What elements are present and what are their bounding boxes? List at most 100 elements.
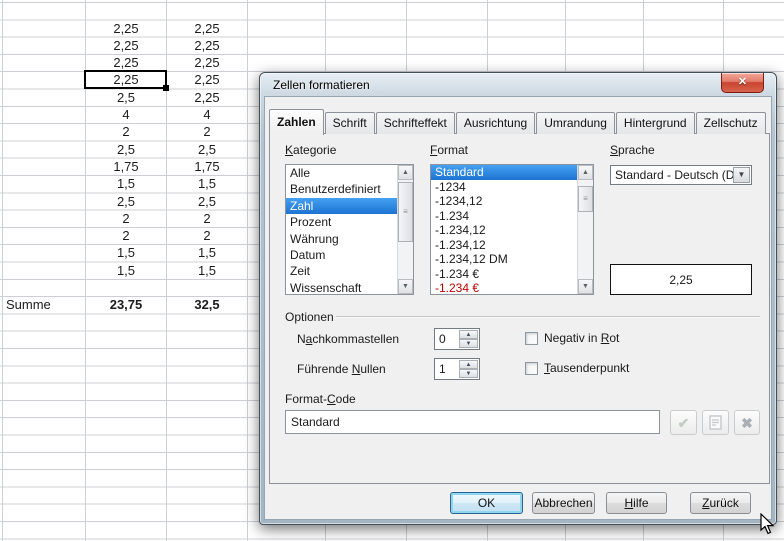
format-item[interactable]: -1234,12 bbox=[431, 194, 593, 209]
category-label: Kategorie bbox=[285, 143, 336, 157]
spin-up-icon[interactable]: ▲ bbox=[459, 330, 478, 339]
thousands-checkbox-row: Tausenderpunkt bbox=[525, 361, 629, 375]
spreadsheet-cell[interactable]: 2,25 bbox=[167, 19, 247, 36]
language-label: Sprache bbox=[610, 143, 655, 157]
format-item[interactable]: -1.234 bbox=[431, 209, 593, 224]
apply-format-button[interactable]: ✔ bbox=[670, 410, 697, 435]
delete-format-button[interactable]: ✖ bbox=[734, 410, 760, 435]
format-item[interactable]: -1.234 € bbox=[431, 281, 593, 295]
spreadsheet-cell[interactable]: 2,25 bbox=[167, 54, 247, 71]
tab-strip: ZahlenSchriftSchrifteffektAusrichtungUmr… bbox=[269, 111, 767, 134]
format-item[interactable]: -1.234,12 bbox=[431, 223, 593, 238]
category-item[interactable]: Wissenschaft bbox=[286, 280, 413, 295]
spreadsheet-cell[interactable]: 2 bbox=[167, 227, 247, 244]
spreadsheet-cell[interactable]: 2 bbox=[167, 210, 247, 227]
format-listbox[interactable]: Standard-1234-1234,12-1.234-1.234,12-1.2… bbox=[430, 164, 594, 295]
format-scrollbar[interactable]: ▲ ≡ ▼ bbox=[577, 165, 593, 294]
category-item[interactable]: Prozent bbox=[286, 214, 413, 230]
format-code-input[interactable]: Standard bbox=[285, 410, 660, 434]
format-code-label: Format-Code bbox=[285, 392, 356, 406]
tab-hintergrund[interactable]: Hintergrund bbox=[616, 112, 695, 134]
spreadsheet-cell[interactable]: 4 bbox=[167, 106, 247, 123]
edit-comment-button[interactable] bbox=[702, 410, 729, 435]
category-listbox[interactable]: AlleBenutzerdefiniertZahlProzentWährungD… bbox=[285, 164, 414, 295]
format-item[interactable]: Standard bbox=[431, 165, 593, 180]
abbrechen-button[interactable]: Abbrechen bbox=[532, 492, 595, 514]
close-button[interactable]: ✕ bbox=[721, 73, 764, 93]
spreadsheet-cell[interactable]: 2,25 bbox=[167, 37, 247, 54]
format-item[interactable]: -1.234,12 bbox=[431, 238, 593, 253]
tab-umrandung[interactable]: Umrandung bbox=[536, 112, 615, 134]
spreadsheet-cell[interactable]: 1,5 bbox=[167, 244, 247, 261]
scrollbar-thumb[interactable]: ≡ bbox=[398, 182, 413, 242]
scroll-down-icon[interactable]: ▼ bbox=[398, 279, 413, 294]
spin-down-icon[interactable]: ▼ bbox=[459, 339, 478, 348]
zurück-button[interactable]: Zurück bbox=[690, 492, 751, 514]
category-item[interactable]: Benutzerdefiniert bbox=[286, 181, 413, 197]
spreadsheet-cell[interactable]: 2,25 bbox=[86, 19, 166, 36]
tab-zellschutz[interactable]: Zellschutz bbox=[696, 112, 766, 134]
category-item[interactable]: Datum bbox=[286, 247, 413, 263]
ok-button[interactable]: OK bbox=[450, 492, 523, 514]
gridline bbox=[247, 0, 248, 541]
hilfe-button[interactable]: Hilfe bbox=[606, 492, 667, 514]
spreadsheet-cell[interactable]: 2,5 bbox=[86, 89, 166, 106]
language-combobox[interactable]: Standard - Deutsch (De ▼ bbox=[610, 165, 752, 185]
leading-zeros-stepper[interactable]: 1 ▲ ▼ bbox=[434, 358, 480, 380]
thousands-checkbox[interactable] bbox=[525, 362, 538, 375]
spreadsheet-cell[interactable]: 1,5 bbox=[86, 175, 166, 192]
spreadsheet-cell[interactable]: 2,5 bbox=[86, 192, 166, 209]
spreadsheet-cell[interactable]: 1,75 bbox=[167, 158, 247, 175]
spreadsheet-cell[interactable]: 2 bbox=[86, 123, 166, 140]
spreadsheet-cell[interactable]: 1,5 bbox=[86, 262, 166, 279]
tab-schrifteffekt[interactable]: Schrifteffekt bbox=[376, 112, 455, 134]
selected-cell[interactable] bbox=[84, 70, 167, 90]
check-icon: ✔ bbox=[678, 416, 690, 430]
spreadsheet-cell[interactable]: 2,25 bbox=[167, 89, 247, 106]
tab-ausrichtung[interactable]: Ausrichtung bbox=[456, 112, 535, 134]
spreadsheet-cell[interactable]: 23,75 bbox=[86, 296, 166, 313]
format-item[interactable]: -1.234,12 DM bbox=[431, 252, 593, 267]
scroll-down-icon[interactable]: ▼ bbox=[578, 279, 593, 294]
scrollbar-thumb[interactable]: ≡ bbox=[578, 186, 593, 212]
mouse-cursor bbox=[760, 513, 775, 535]
spreadsheet-cell[interactable]: 2 bbox=[86, 227, 166, 244]
spreadsheet-cell[interactable]: 4 bbox=[86, 106, 166, 123]
spin-up-icon[interactable]: ▲ bbox=[459, 360, 478, 369]
category-item[interactable]: Zahl bbox=[286, 198, 413, 214]
spreadsheet-cell[interactable]: 1,5 bbox=[167, 175, 247, 192]
spreadsheet-cell[interactable]: 2,25 bbox=[86, 37, 166, 54]
format-item[interactable]: -1234 bbox=[431, 180, 593, 195]
category-item[interactable]: Währung bbox=[286, 231, 413, 247]
fill-handle[interactable] bbox=[163, 85, 169, 91]
dialog-title: Zellen formatieren bbox=[273, 78, 370, 92]
spreadsheet-cell[interactable]: 1,5 bbox=[167, 262, 247, 279]
chevron-down-icon[interactable]: ▼ bbox=[733, 167, 750, 183]
spreadsheet-cell[interactable]: 2,5 bbox=[86, 140, 166, 157]
category-scrollbar[interactable]: ▲ ≡ ▼ bbox=[397, 165, 413, 294]
spreadsheet-cell[interactable]: 2,5 bbox=[167, 140, 247, 157]
tab-zahlen[interactable]: Zahlen bbox=[269, 109, 324, 135]
spreadsheet-cell[interactable]: 2,5 bbox=[167, 192, 247, 209]
options-group-line bbox=[336, 316, 760, 318]
scroll-up-icon[interactable]: ▲ bbox=[578, 165, 593, 180]
spreadsheet-cell[interactable]: 2 bbox=[167, 123, 247, 140]
spreadsheet-cell[interactable]: Summe bbox=[3, 296, 88, 313]
leading-zeros-value: 1 bbox=[439, 359, 446, 379]
category-item[interactable]: Zeit bbox=[286, 263, 413, 279]
spreadsheet-cell[interactable]: 2,25 bbox=[167, 71, 247, 88]
scroll-up-icon[interactable]: ▲ bbox=[398, 165, 413, 180]
format-item[interactable]: -1.234 € bbox=[431, 267, 593, 282]
dialog-button-row: OK Abbrechen Hilfe Zurück bbox=[265, 492, 771, 514]
spreadsheet-cell[interactable]: 1,75 bbox=[86, 158, 166, 175]
format-cells-dialog: Zellen formatieren ✕ ZahlenSchriftSchrif… bbox=[259, 72, 777, 525]
spreadsheet-cell[interactable]: 32,5 bbox=[167, 296, 247, 313]
spreadsheet-cell[interactable]: 2,25 bbox=[86, 54, 166, 71]
spin-down-icon[interactable]: ▼ bbox=[459, 369, 478, 378]
category-item[interactable]: Alle bbox=[286, 165, 413, 181]
negative-red-checkbox[interactable] bbox=[525, 332, 538, 345]
decimals-stepper[interactable]: 0 ▲ ▼ bbox=[434, 328, 480, 350]
tab-schrift[interactable]: Schrift bbox=[325, 112, 375, 134]
spreadsheet-cell[interactable]: 2 bbox=[86, 210, 166, 227]
spreadsheet-cell[interactable]: 1,5 bbox=[86, 244, 166, 261]
